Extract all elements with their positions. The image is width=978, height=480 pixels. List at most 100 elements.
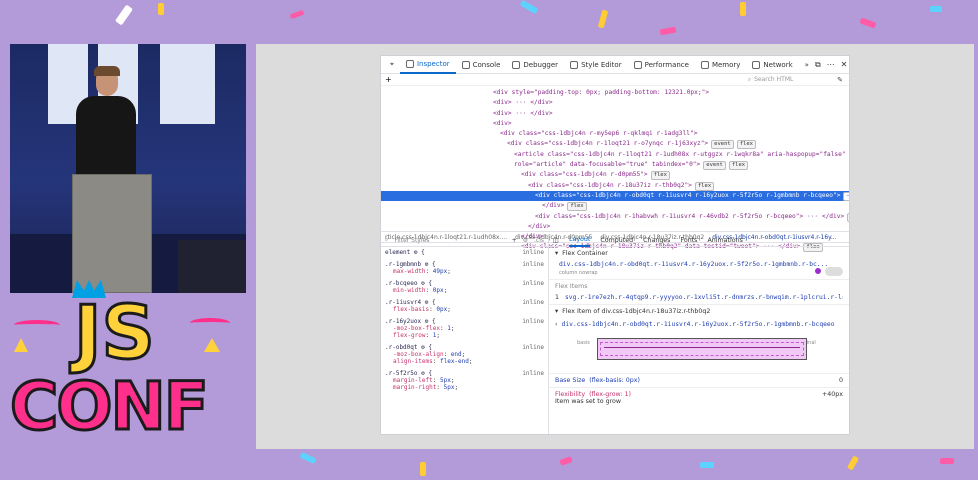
more-tabs-button[interactable]: » <box>799 56 815 74</box>
markup-node-text: </div> <box>542 202 565 210</box>
rule-declaration[interactable]: -moz-box-flex: 1; <box>385 325 544 332</box>
rule-source[interactable]: inline <box>522 249 544 256</box>
tab-layout[interactable]: Layout <box>568 234 591 247</box>
flexibility-value: +40px <box>821 391 843 398</box>
markup-node[interactable]: role="article" data-focusable="true" tab… <box>381 160 849 171</box>
add-node-button[interactable]: + <box>385 75 392 84</box>
grow-arrow <box>604 347 800 348</box>
tab-computed[interactable]: Computed <box>600 237 633 244</box>
markup-node[interactable]: </div> <box>381 222 849 232</box>
markup-node-text: <div> ··· </div> <box>493 99 553 107</box>
tab-changes[interactable]: Changes <box>643 237 670 244</box>
markup-node-text: <div class="css-1dbjc4n r-1loqt21 r-o7yn… <box>507 140 709 148</box>
rule-declaration[interactable]: flex-basis: 0px; <box>385 306 544 313</box>
element-picker-icon[interactable]: ⌖ <box>384 56 400 74</box>
logo-text-js: JS <box>73 290 157 376</box>
rule-declaration[interactable]: flex-grow: 1; <box>385 332 544 339</box>
flexbox-highlighter-toggle[interactable] <box>825 267 843 276</box>
rule-declaration[interactable]: align-items: flex-end; <box>385 358 544 365</box>
rule-declaration[interactable]: -moz-box-align: end; <box>385 351 544 358</box>
tab-fonts[interactable]: Fonts <box>680 237 697 244</box>
markup-badge[interactable]: event <box>703 161 726 171</box>
cls-button[interactable]: .cls <box>534 237 544 244</box>
markup-node[interactable]: <article class="css-1dbjc4n r-1loqt21 r-… <box>381 150 849 160</box>
rule-source[interactable]: inline <box>522 299 544 306</box>
markup-node-selected[interactable]: <div class="css-1dbjc4n r-obd0qt r-1iusv… <box>381 190 849 202</box>
markup-badge[interactable]: flex <box>650 171 670 181</box>
markup-node[interactable]: <div> <box>381 119 849 129</box>
rule-source[interactable]: inline <box>522 261 544 268</box>
rule-selector[interactable]: element ⚙ { <box>385 249 544 256</box>
markup-node[interactable]: <div style="padding-top: 0px; padding-bo… <box>381 88 849 98</box>
rule-declaration[interactable]: margin-right: 5px; <box>385 384 544 391</box>
tab-label: Debugger <box>523 60 559 69</box>
rule-selector[interactable]: .r-16y2uox ⚙ { <box>385 318 544 325</box>
markup-badge[interactable]: flex <box>736 140 756 150</box>
rule-declaration[interactable]: min-width: 0px; <box>385 287 544 294</box>
css-rule: .r-bcqeeo ⚙ {inline min-width: 0px; <box>381 278 548 297</box>
flex-item-title: Flex Item of div.css-1dbjc4n.r-18u37iz.r… <box>562 308 711 315</box>
markup-node[interactable]: <div class="css-1dbjc4n r-d0pm55"> flex <box>381 170 849 181</box>
filter-icon: ⌕ <box>385 236 389 243</box>
tab-style-editor[interactable]: Style Editor <box>564 56 628 74</box>
tab-memory[interactable]: Memory <box>695 56 746 74</box>
add-rule-button[interactable]: + <box>512 237 517 244</box>
markup-badge[interactable]: flex <box>567 202 587 212</box>
flex-item-link[interactable]: svg.r-1re7ezh.r-4qtqp9.r-yyyyoo.r-1xvli5… <box>565 294 843 301</box>
highlight-color-swatch[interactable] <box>815 268 821 274</box>
tab-debugger[interactable]: Debugger <box>506 56 564 74</box>
flex-container-selector[interactable]: div.css-1dbjc4n.r-obd0qt.r-1iusvr4.r-16y… <box>559 261 843 268</box>
markup-badge[interactable]: flex <box>728 161 749 171</box>
tab-label: Console <box>472 60 501 69</box>
rule-declaration[interactable]: margin-left: 5px; <box>385 377 544 384</box>
eyedropper-icon[interactable]: ✎ <box>837 76 843 84</box>
back-arrow-icon[interactable]: ‹ <box>555 321 558 328</box>
tab-network[interactable]: Network <box>746 56 798 74</box>
markup-node[interactable]: <div> ··· </div> <box>381 98 849 108</box>
close-icon[interactable]: ✕ <box>841 60 848 70</box>
base-size-note: (flex-basis: 0px) <box>589 377 640 384</box>
declaration-semicolon: ; <box>450 325 455 332</box>
search-icon: ⌕ <box>747 75 752 83</box>
markup-badge[interactable]: flex <box>847 212 849 222</box>
tab-animations[interactable]: Animations <box>707 237 742 244</box>
rule-source[interactable]: inline <box>522 280 544 287</box>
tab-console[interactable]: Console <box>456 56 507 74</box>
rule-source[interactable]: inline <box>522 370 544 377</box>
markup-node[interactable]: <div class="css-1dbjc4n r-my5ep6 r-qklmq… <box>381 129 849 139</box>
markup-node[interactable]: <div class="css-1dbjc4n r-1loqt21 r-o7yn… <box>381 139 849 150</box>
rule-selector[interactable]: .r-bcqeeo ⚙ { <box>385 280 544 287</box>
markup-badge[interactable]: flex <box>694 181 715 191</box>
rule-selector[interactable]: .r-1iusvr4 ⚙ { <box>385 299 544 306</box>
markup-node[interactable]: </div> flex <box>381 201 849 212</box>
tab-inspector[interactable]: Inspector <box>399 56 456 74</box>
declaration-property: margin-right <box>393 384 437 391</box>
debugger-icon <box>512 60 521 69</box>
markup-node[interactable]: <div class="css-1dbjc4n r-18u37iz r-thb0… <box>381 181 849 191</box>
rule-source[interactable]: inline <box>522 318 544 325</box>
markup-node[interactable]: <div> ··· </div> <box>381 109 849 119</box>
markup-badge[interactable]: ⋯ <box>843 191 849 201</box>
markup-node-text: <article class="css-1dbjc4n r-1loqt21 r-… <box>514 150 846 158</box>
declaration-colon: : <box>443 351 451 358</box>
tab-performance[interactable]: Performance <box>628 56 695 74</box>
flex-item-selector[interactable]: div.css-1dbjc4n.r-obd0qt.r-1iusvr4.r-16y… <box>562 321 835 328</box>
chevron-down-icon[interactable]: ▾ <box>555 250 558 257</box>
markup-badge[interactable]: event <box>711 140 734 150</box>
rule-source[interactable]: inline <box>522 344 544 351</box>
markup-node-text: <div class="css-1dbjc4n r-1habvwh r-1ius… <box>535 212 845 220</box>
search-html-input[interactable]: Search HTML <box>754 76 834 83</box>
kebab-menu-icon[interactable]: ⋯ <box>827 60 835 70</box>
rule-selector[interactable]: .r-obd0qt ⚙ { <box>385 344 544 351</box>
rule-selector[interactable]: .r-1gmbmnb ⚙ { <box>385 261 544 268</box>
declaration-colon: : <box>432 358 440 365</box>
panel-toggle-icon[interactable]: ◫ <box>553 237 559 244</box>
frame-select-icon[interactable]: ⧉ <box>815 60 821 70</box>
markup-node[interactable]: <div class="css-1dbjc4n r-1habvwh r-1ius… <box>381 212 849 222</box>
basis-label: basis <box>577 340 590 346</box>
chevron-down-icon[interactable]: ▾ <box>555 308 558 315</box>
toggle-pseudo-button[interactable]: ⚙ <box>523 237 528 244</box>
rule-selector[interactable]: .r-5f2r5o ⚙ { <box>385 370 544 377</box>
filter-styles-input[interactable]: Filter Styles <box>394 237 505 244</box>
rule-declaration[interactable]: max-width: 49px; <box>385 268 544 275</box>
